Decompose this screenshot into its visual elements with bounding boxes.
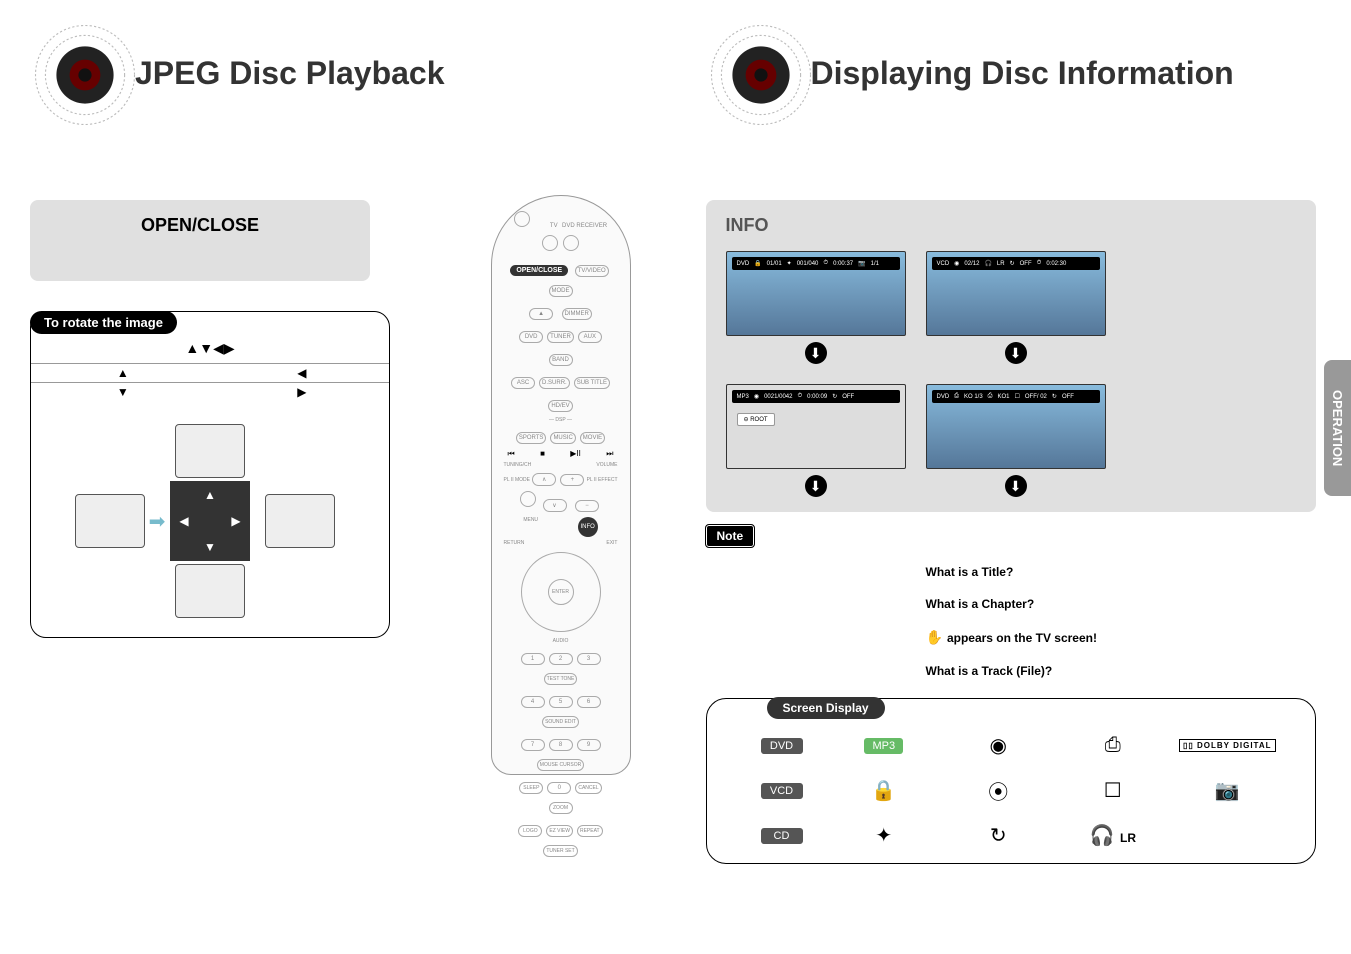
rotate-thumb-left — [75, 494, 145, 548]
rotate-panel: To rotate the image ▲▼◀▶ ▲◀ ▼▶ ➡ ▲ ◀▶ ▼ — [30, 311, 390, 638]
cell-up: ▲ — [31, 364, 215, 383]
down-arrow-icon: ⬇ — [1005, 342, 1027, 364]
rotate-arrows-icon: ▲▼◀▶ — [31, 334, 389, 363]
arrow-right-icon: ➡ — [149, 509, 166, 534]
note-badge: Note — [706, 525, 755, 547]
page-title-right: Displaying Disc Information — [811, 55, 1234, 92]
openclose-panel: OPEN/CLOSE — [30, 200, 370, 281]
rotate-thumb-right — [265, 494, 335, 548]
remote-info-button[interactable]: INFO — [578, 517, 598, 537]
down-arrow-icon: ⬇ — [1005, 475, 1027, 497]
screen-display-header: Screen Display — [767, 697, 885, 719]
operation-tab: OPERATION — [1324, 360, 1351, 496]
openclose-label: OPEN/CLOSE — [50, 215, 350, 236]
tag-mp3: MP3 — [864, 738, 903, 754]
cell-down: ▼ — [31, 383, 215, 402]
faq-track: What is a Track (File)? — [926, 664, 1322, 678]
rotate-thumb-top — [175, 424, 245, 478]
info-label: INFO — [726, 215, 1296, 236]
angle-camera-icon: 📷 — [1215, 778, 1240, 803]
rotate-thumbnail-diagram: ➡ ▲ ◀▶ ▼ — [31, 421, 389, 621]
screen-vcd: VCD ◉ 02/12 🎧 LR ↻ OFF ⏱ 0:02:30 ⬇ — [926, 251, 1106, 364]
down-arrow-icon: ⬇ — [805, 475, 827, 497]
down-arrow-icon: ⬇ — [805, 342, 827, 364]
screen-display-panel: Screen Display DVD MP3 ◉ ⎙ ▯▯ DOLBY DIGI… — [706, 698, 1316, 864]
remote-dpad[interactable]: ENTER — [521, 552, 601, 632]
page-title-left: JPEG Disc Playback — [135, 55, 445, 92]
tag-vcd: VCD — [761, 783, 803, 799]
speaker-decor-icon — [30, 20, 140, 130]
audio-lr-icon: 🎧 LR — [1090, 823, 1136, 848]
faq-tv-hint: ✋appears on the TV screen! — [926, 629, 1322, 646]
screen-mp3: MP3 ◉ 0021/0042 ⏱ 0:00:09 ↻ OFF⊖ ROOT ⬇ — [726, 384, 906, 497]
rotate-thumb-bottom — [175, 564, 245, 618]
tag-cd: CD — [761, 828, 803, 844]
hand-icon: ✋ — [926, 629, 943, 645]
stereo-icon: ✦ — [875, 823, 892, 848]
subtitle-box-icon: ☐ — [1104, 778, 1122, 803]
tag-dvd: DVD — [761, 738, 803, 754]
cell-right: ▶ — [215, 383, 389, 402]
faq-chapter: What is a Chapter? — [926, 597, 1322, 611]
dpad-illustration: ▲ ◀▶ ▼ — [170, 481, 250, 561]
screen-dvd-2: DVD ⎙ KO 1/3 ⎙ KO1 ☐ OFF/ 02 ↻ OFF ⬇ — [926, 384, 1106, 497]
dolby-icon: ▯▯ DOLBY DIGITAL — [1179, 739, 1276, 752]
info-panel: INFO DVD 🔒 01/01 ✦ 001/040 ⏱ 0:00:37 📷 1… — [706, 200, 1316, 512]
title-lock-icon: 🔒 — [871, 778, 896, 803]
repeat-icon: ↻ — [990, 823, 1007, 848]
rotate-table: ▲◀ ▼▶ — [31, 363, 389, 401]
power-icon — [514, 211, 530, 227]
rotate-header: To rotate the image — [30, 311, 177, 334]
remote-openclose-button[interactable]: OPEN/CLOSE — [510, 265, 568, 276]
faq-section: What is a Title? What is a Chapter? ✋app… — [926, 565, 1322, 678]
faq-title: What is a Title? — [926, 565, 1322, 579]
remote-control-illustration: TV DVD RECEIVER OPEN/CLOSE TV/VIDEO MODE… — [491, 195, 631, 775]
title-chapter-icon: ⎙ — [1105, 734, 1121, 757]
speaker-decor-icon — [706, 20, 816, 130]
screen-dvd-1: DVD 🔒 01/01 ✦ 001/040 ⏱ 0:00:37 📷 1/1 ⬇ — [726, 251, 906, 364]
disc-icon: ◉ — [990, 733, 1007, 758]
clock-icon: ⦿ — [988, 776, 1008, 805]
cell-left: ◀ — [215, 364, 389, 383]
